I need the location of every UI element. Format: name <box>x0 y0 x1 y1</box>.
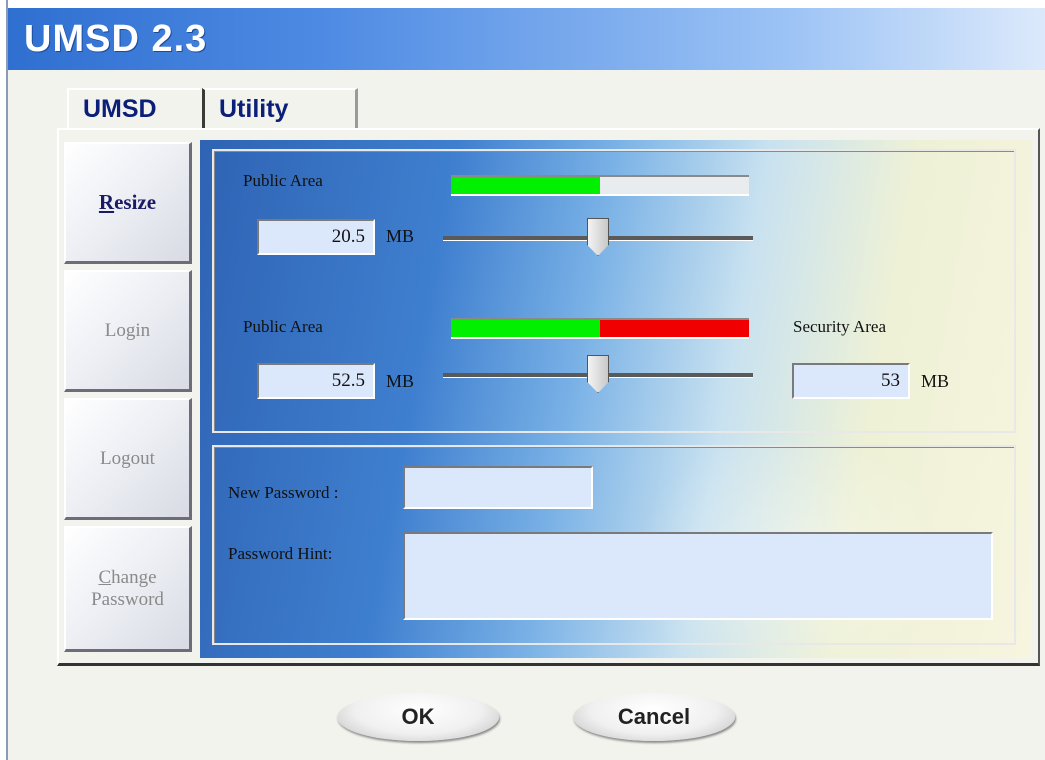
logout-button[interactable]: Logout <box>64 398 192 520</box>
public-area-bar-1-fill <box>451 177 600 194</box>
tab-umsd-label: UMSD <box>83 95 157 123</box>
tab-umsd[interactable]: UMSD <box>67 88 200 132</box>
password-hint-field[interactable] <box>403 532 993 620</box>
cancel-button[interactable]: Cancel <box>573 693 735 741</box>
security-area-size-field[interactable]: 53 <box>792 363 910 399</box>
tab-utility[interactable]: Utility <box>202 88 358 128</box>
logout-label: Logout <box>100 447 155 469</box>
resize-label: Resize <box>98 190 157 214</box>
login-label: Login <box>104 319 151 341</box>
tab-utility-label: Utility <box>219 95 289 123</box>
security-area-bar-fill <box>600 320 749 337</box>
ok-button[interactable]: OK <box>337 693 499 741</box>
public-area-label-2: Public Area <box>243 317 323 336</box>
security-area-unit: MB <box>921 371 950 391</box>
title-bar: UMSD 2.3 <box>8 8 1045 70</box>
public-area-bar-1 <box>451 175 749 196</box>
new-password-field[interactable] <box>403 466 593 509</box>
security-area-label: Security Area <box>793 317 886 336</box>
public-area-unit-2: MB <box>386 371 415 391</box>
cancel-button-label: Cancel <box>617 704 691 729</box>
public-area-bar-2-fill <box>451 320 600 337</box>
change-password-label: Change Password <box>91 566 164 610</box>
window-title: UMSD 2.3 <box>24 18 208 60</box>
password-hint-label: Password Hint: <box>228 544 333 563</box>
public-area-size-field-2[interactable]: 52.5 <box>257 363 375 399</box>
ok-button-label: OK <box>401 704 435 729</box>
public-area-size-field-1[interactable]: 20.5 <box>257 219 375 255</box>
public-area-unit-1: MB <box>386 226 415 246</box>
change-password-button[interactable]: Change Password <box>64 526 192 652</box>
window-frame-left <box>0 0 8 760</box>
login-button[interactable]: Login <box>64 270 192 392</box>
area-split-bar <box>451 318 749 339</box>
window-frame-top <box>0 0 1045 8</box>
resize-button[interactable]: Resize <box>64 142 192 264</box>
new-password-label: New Password : <box>228 483 339 502</box>
public-area-label-1: Public Area <box>243 171 323 190</box>
